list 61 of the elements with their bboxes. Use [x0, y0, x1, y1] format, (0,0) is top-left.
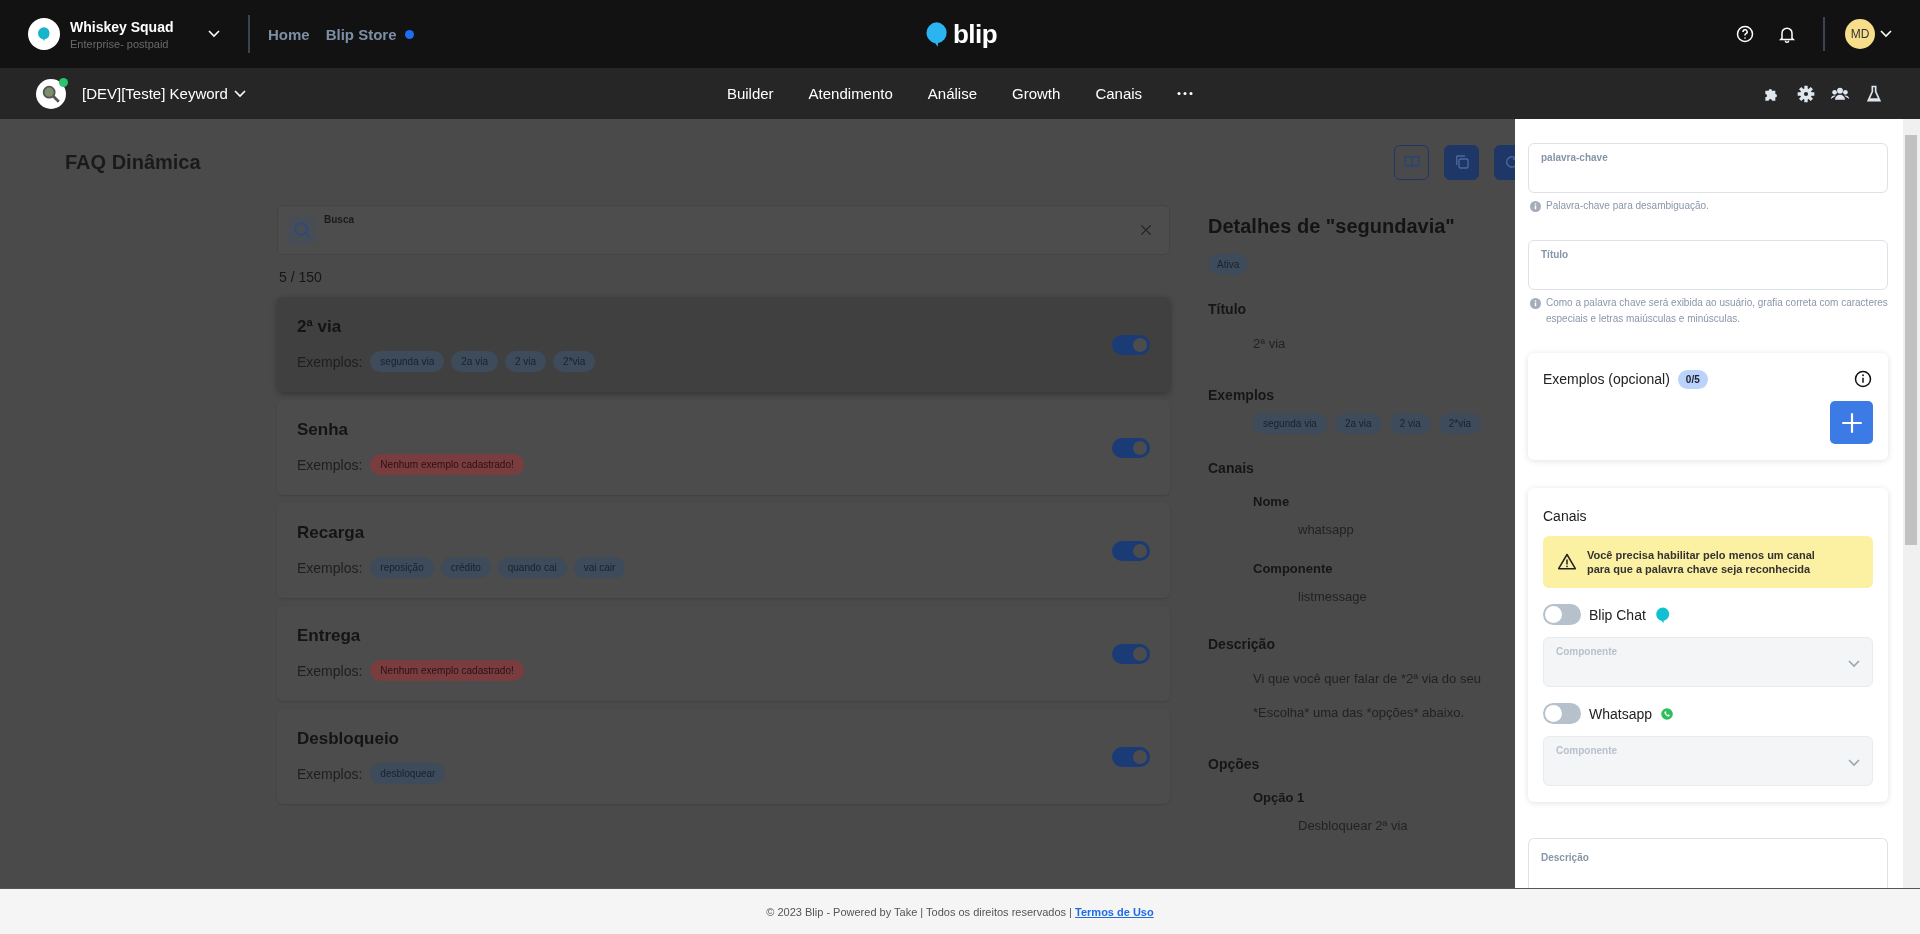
- no-examples-tag: Nenhum exemplo cadastrado!: [370, 454, 524, 475]
- close-icon: [1138, 222, 1154, 238]
- title-input-field[interactable]: Título: [1528, 240, 1888, 290]
- warning-text: Você precisa habilitar pelo menos um canal para que a palavra chave seja reconhecida: [1587, 548, 1816, 576]
- keyword-title: Desbloqueio: [297, 729, 400, 749]
- top-nav-link[interactable]: Blip Store: [325, 25, 397, 43]
- channels-title: Canais: [1543, 508, 1588, 524]
- channel-name: Blip Chat: [1589, 606, 1646, 623]
- warning-icon: [1557, 552, 1577, 572]
- keyword-title: Senha: [297, 420, 350, 440]
- nav-link[interactable]: Canais: [1095, 85, 1143, 102]
- logo-text: blip: [952, 18, 998, 50]
- top-nav-link[interactable]: Home: [268, 25, 310, 43]
- more-icon: [1177, 92, 1194, 95]
- org-plan: Enterprise- postpaid: [70, 37, 170, 50]
- chevron-down-icon: [233, 89, 246, 98]
- info-icon: [1530, 298, 1541, 309]
- terms-link[interactable]: Termos de Uso: [1075, 905, 1154, 918]
- book-button[interactable]: [1394, 144, 1429, 180]
- bot-name[interactable]: [DEV][Teste] Keyword: [82, 85, 228, 102]
- toggle-switch[interactable]: [1112, 437, 1150, 458]
- keyword-title: Recarga: [297, 523, 366, 543]
- nav-link[interactable]: Builder: [726, 85, 774, 102]
- channel-name: Whatsapp: [1589, 705, 1653, 722]
- add-example-button[interactable]: [1830, 401, 1873, 444]
- flask-icon: [1864, 83, 1884, 104]
- info-icon: [1853, 369, 1873, 389]
- user-avatar[interactable]: MD: [1845, 19, 1875, 49]
- examples-title: Exemplos (opcional): [1543, 371, 1670, 387]
- chevron-down-icon: [1880, 30, 1892, 38]
- speech-bubble-icon: [1653, 605, 1672, 624]
- toggle-switch[interactable]: [1112, 643, 1150, 664]
- help-icon: [1735, 24, 1755, 44]
- scrollbar[interactable]: [1903, 119, 1920, 888]
- info-icon: [1530, 201, 1541, 212]
- phone-bubble-icon: [1660, 706, 1675, 721]
- keyword-title: Entrega: [297, 626, 362, 646]
- nav-link[interactable]: Growth: [1012, 85, 1061, 102]
- toggle-switch[interactable]: [1543, 703, 1581, 724]
- chevron-down-icon: [1848, 759, 1860, 767]
- help-text: Como a palavra chave será exibida ao usuário, grafia correta com caracteres especiais e letras maiúsculas e minúsculas.: [1546, 296, 1888, 326]
- toggle-switch[interactable]: [1112, 746, 1150, 767]
- footer-text: © 2023 Blip - Powered by Take | Todos os direitos reservados | Termos de Uso: [766, 905, 1154, 918]
- chevron-down-icon: [1848, 660, 1860, 668]
- help-text: Palavra-chave para desambiguação.: [1546, 199, 1709, 213]
- org-name: Whiskey Squad: [70, 18, 175, 35]
- toggle-switch[interactable]: [1112, 334, 1150, 355]
- nav-link[interactable]: Análise: [927, 85, 978, 102]
- org-dropdown-button[interactable]: [208, 30, 220, 38]
- speech-bubble-icon: [36, 26, 52, 42]
- examples-count-badge: 0/5: [1677, 369, 1708, 389]
- copy-button[interactable]: [1444, 144, 1479, 180]
- search-icon: [292, 220, 312, 240]
- toggle-switch[interactable]: [1543, 604, 1581, 625]
- keyword-input-field[interactable]: palavra-chave: [1528, 143, 1888, 193]
- toggle-switch[interactable]: [1112, 540, 1150, 561]
- no-examples-tag: Nenhum exemplo cadastrado!: [370, 660, 524, 681]
- search-button[interactable]: [287, 215, 317, 245]
- settings-icon: [1796, 83, 1816, 104]
- nav-link[interactable]: Atendimento: [808, 85, 893, 102]
- chevron-down-icon: [208, 30, 220, 38]
